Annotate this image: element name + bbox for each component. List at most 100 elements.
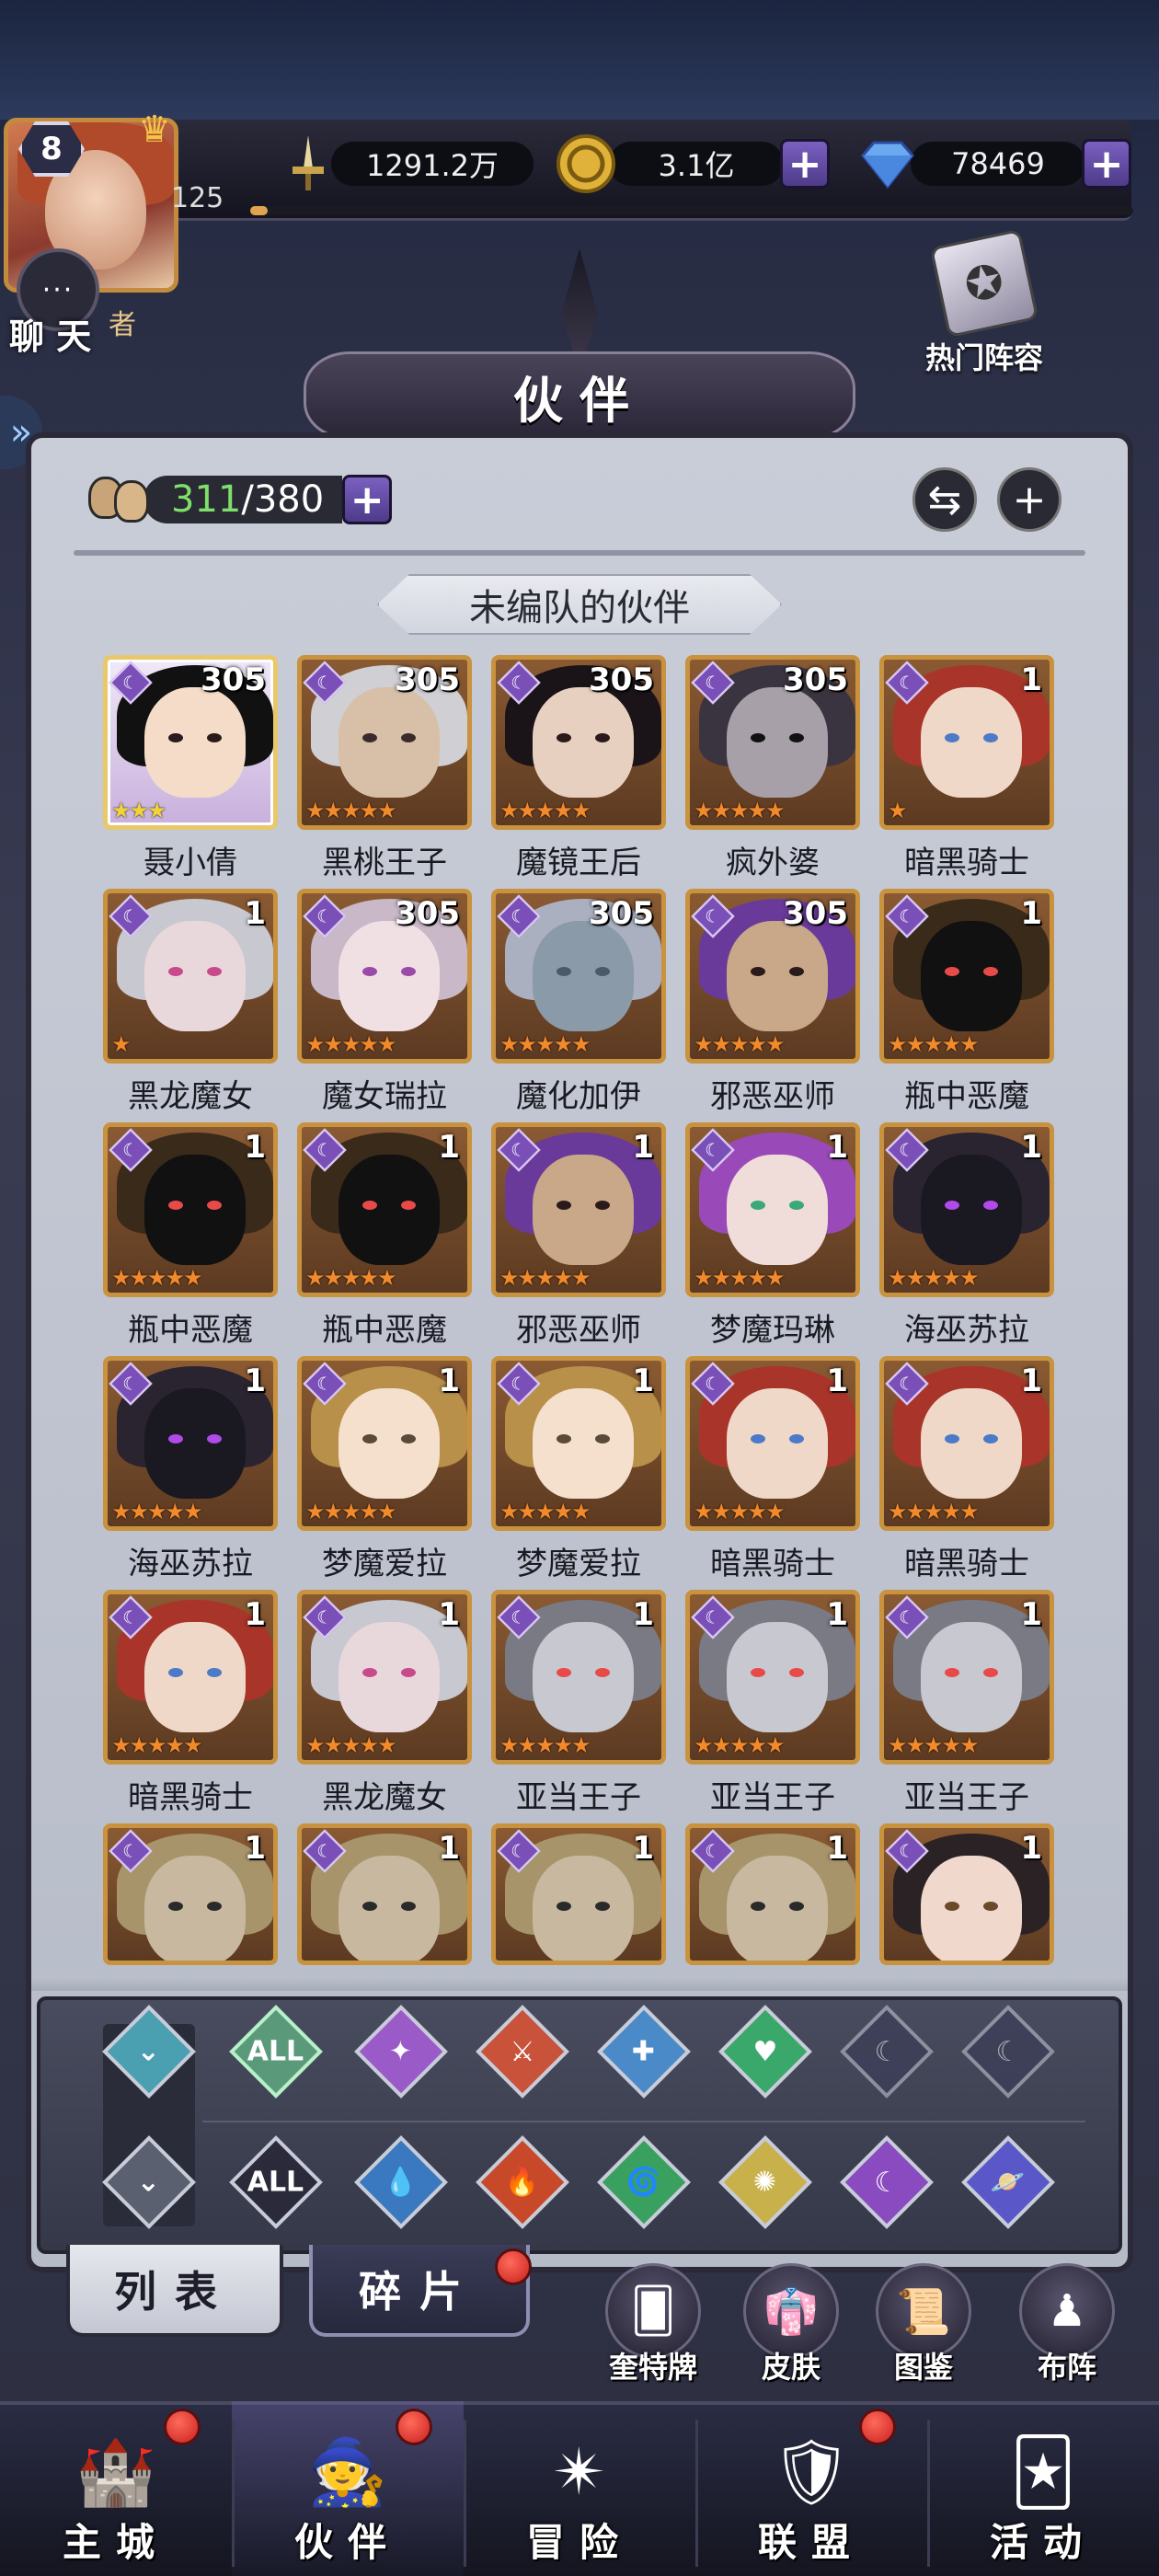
hero-name: 瓶中恶魔 — [904, 1078, 1029, 1115]
hero-card[interactable]: ☾ 305 ★★★ — [103, 655, 278, 830]
filter-glyph: ⚔ — [510, 2035, 535, 2068]
hero-card[interactable]: ☾ 1 ★★★★★ — [879, 889, 1054, 1064]
hero-card[interactable]: ☾ 305 ★★★★★ — [491, 655, 666, 830]
hero-card[interactable]: ☾ 1 ★★★★★ — [103, 1356, 278, 1531]
hero-eye — [751, 1434, 765, 1443]
hero-card[interactable]: ☾ 1 ★★★★★ — [297, 1122, 472, 1297]
hero-card[interactable]: ☾ 1 ★★★★★ — [103, 1122, 278, 1297]
light-element-filter-button[interactable]: ✺ — [718, 2135, 812, 2229]
diamond-value: 78469 — [911, 142, 1085, 186]
hero-level: 305 — [783, 895, 848, 932]
hero-card[interactable]: ☾ 305 ★★★★★ — [297, 889, 472, 1064]
support-class-filter-button[interactable]: ✚ — [597, 2005, 691, 2099]
hero-level: 305 — [589, 661, 654, 698]
hero-card[interactable]: ☾ 1 ★★★★★ — [491, 1356, 666, 1531]
fire-element-filter-button[interactable]: 🔥 — [476, 2135, 569, 2229]
hero-card[interactable]: ☾ 305 ★★★★★ — [685, 655, 860, 830]
hero-card[interactable]: ☾ 305 ★★★★★ — [491, 889, 666, 1064]
chevron-filter-filter-button[interactable]: ⌄ — [102, 2005, 196, 2099]
swap-sort-button[interactable]: ⇆ — [912, 467, 977, 532]
hero-eye — [168, 1902, 183, 1911]
hero-card[interactable]: ☾ 1 ★★★★★ — [879, 1122, 1054, 1297]
hero-eye — [983, 1434, 998, 1443]
water-element-filter-button[interactable]: 💧 — [354, 2135, 448, 2229]
hero-card[interactable]: ☾ 1 — [685, 1823, 860, 1965]
nav-notification-dot — [859, 2409, 896, 2445]
nav-cards[interactable]: 🃏 活动 — [927, 2401, 1159, 2576]
hero-card[interactable]: ☾ 1 ★★★★★ — [491, 1122, 666, 1297]
hero-card[interactable]: ☾ 305 ★★★★★ — [685, 889, 860, 1064]
hero-card[interactable]: ☾ 305 ★★★★★ — [297, 655, 472, 830]
healer-class-icon: ♥ — [718, 2005, 812, 2099]
add-diamond-button[interactable]: + — [1082, 139, 1131, 189]
hero-name: 黑龙魔女 — [322, 1779, 447, 1816]
mage-class-filter-button[interactable]: ✦ — [354, 2005, 448, 2099]
skin-button[interactable]: 👘 皮肤 — [727, 2263, 855, 2386]
hero-level: 1 — [1020, 1363, 1042, 1399]
cosmic-element-filter-button[interactable]: 🪐 — [961, 2135, 1055, 2229]
hero-level: 305 — [201, 661, 266, 698]
add-partner-button[interactable]: + — [997, 467, 1061, 532]
all-class-filter-button[interactable]: ALL — [229, 2005, 323, 2099]
hero-card[interactable]: ☾ 1 ★★★★★ — [685, 1122, 860, 1297]
hero-stars: ★★★★★ — [305, 798, 397, 823]
wind-element-icon: 🌀 — [597, 2135, 691, 2229]
hero-eye — [362, 1201, 377, 1210]
hero-portrait-face — [533, 1388, 634, 1499]
mage-class-icon: ✦ — [354, 2005, 448, 2099]
chat-label: 聊 天 — [9, 316, 92, 357]
hero-eye — [983, 1902, 998, 1911]
hero-card[interactable]: ☾ 1 ★★★★★ — [879, 1590, 1054, 1765]
roster-capacity: /380 — [241, 478, 325, 521]
hero-card[interactable]: ☾ 1 ★★★★★ — [103, 1590, 278, 1765]
hero-eye — [362, 733, 377, 742]
hero-card[interactable]: ☾ 1 — [297, 1823, 472, 1965]
xp-progress-fill — [250, 206, 269, 215]
tank-class-filter-button[interactable]: ☾ — [961, 2005, 1055, 2099]
hero-card[interactable]: ☾ 1 ★★★★★ — [491, 1590, 666, 1765]
chevron-filter-filter-button[interactable]: ⌄ — [102, 2135, 196, 2229]
assassin-class-filter-button[interactable]: ☾ — [840, 2005, 934, 2099]
quick-action-label: 布阵 — [1037, 2350, 1096, 2385]
hero-name: 亚当王子 — [516, 1779, 641, 1816]
hero-level: 1 — [438, 1363, 460, 1399]
expand-roster-button[interactable]: + — [342, 475, 393, 524]
hero-card[interactable]: ☾ 1 ★ — [879, 655, 1054, 830]
hero-card[interactable]: ☾ 1 — [491, 1823, 666, 1965]
fragments-notification-dot — [495, 2248, 532, 2285]
codex-button[interactable]: 📜 图鉴 — [859, 2263, 988, 2386]
all-element-filter-button[interactable]: ALL — [229, 2135, 323, 2229]
tab-fragments-label: 碎片 — [359, 2267, 480, 2317]
hero-name: 黑桃王子 — [322, 845, 447, 881]
add-gold-button[interactable]: + — [780, 139, 830, 189]
hot-lineup-button[interactable]: ✪ 热门阵容 — [901, 228, 1067, 385]
hero-level: 1 — [632, 1830, 654, 1867]
hero-eye — [751, 1902, 765, 1911]
nav-portal[interactable]: ✴ 冒险 — [464, 2401, 695, 2576]
hero-card[interactable]: ☾ 1 ★★★★★ — [297, 1590, 472, 1765]
tab-list[interactable]: 列表 — [66, 2245, 283, 2337]
hero-eye — [983, 1668, 998, 1677]
hero-card[interactable]: ☾ 1 — [103, 1823, 278, 1965]
nav-separator — [464, 2420, 466, 2567]
hero-eye — [595, 733, 610, 742]
hero-level: 1 — [438, 1596, 460, 1633]
hero-name: 瓶中恶魔 — [128, 1312, 253, 1349]
card-deck-button[interactable]: 🂠 奎特牌 — [589, 2263, 717, 2386]
hero-eye — [789, 967, 804, 976]
hero-stars: ★★★★★ — [694, 798, 786, 823]
hero-card[interactable]: ☾ 1 ★★★★★ — [297, 1356, 472, 1531]
hero-card[interactable]: ☾ 1 ★★★★★ — [879, 1356, 1054, 1531]
hero-card[interactable]: ☾ 1 — [879, 1823, 1054, 1965]
healer-class-filter-button[interactable]: ♥ — [718, 2005, 812, 2099]
hero-card[interactable]: ☾ 1 ★★★★★ — [685, 1590, 860, 1765]
formation-button[interactable]: ♟ 布阵 — [1003, 2263, 1131, 2386]
hero-portrait-face — [144, 1856, 246, 1961]
hero-card[interactable]: ☾ 1 ★★★★★ — [685, 1356, 860, 1531]
wind-element-filter-button[interactable]: 🌀 — [597, 2135, 691, 2229]
hero-name: 梦魔爱拉 — [516, 1546, 641, 1582]
moon-element-filter-button[interactable]: ☾ — [840, 2135, 934, 2229]
hero-eye — [168, 1668, 183, 1677]
warrior-class-filter-button[interactable]: ⚔ — [476, 2005, 569, 2099]
hero-card[interactable]: ☾ 1 ★ — [103, 889, 278, 1064]
